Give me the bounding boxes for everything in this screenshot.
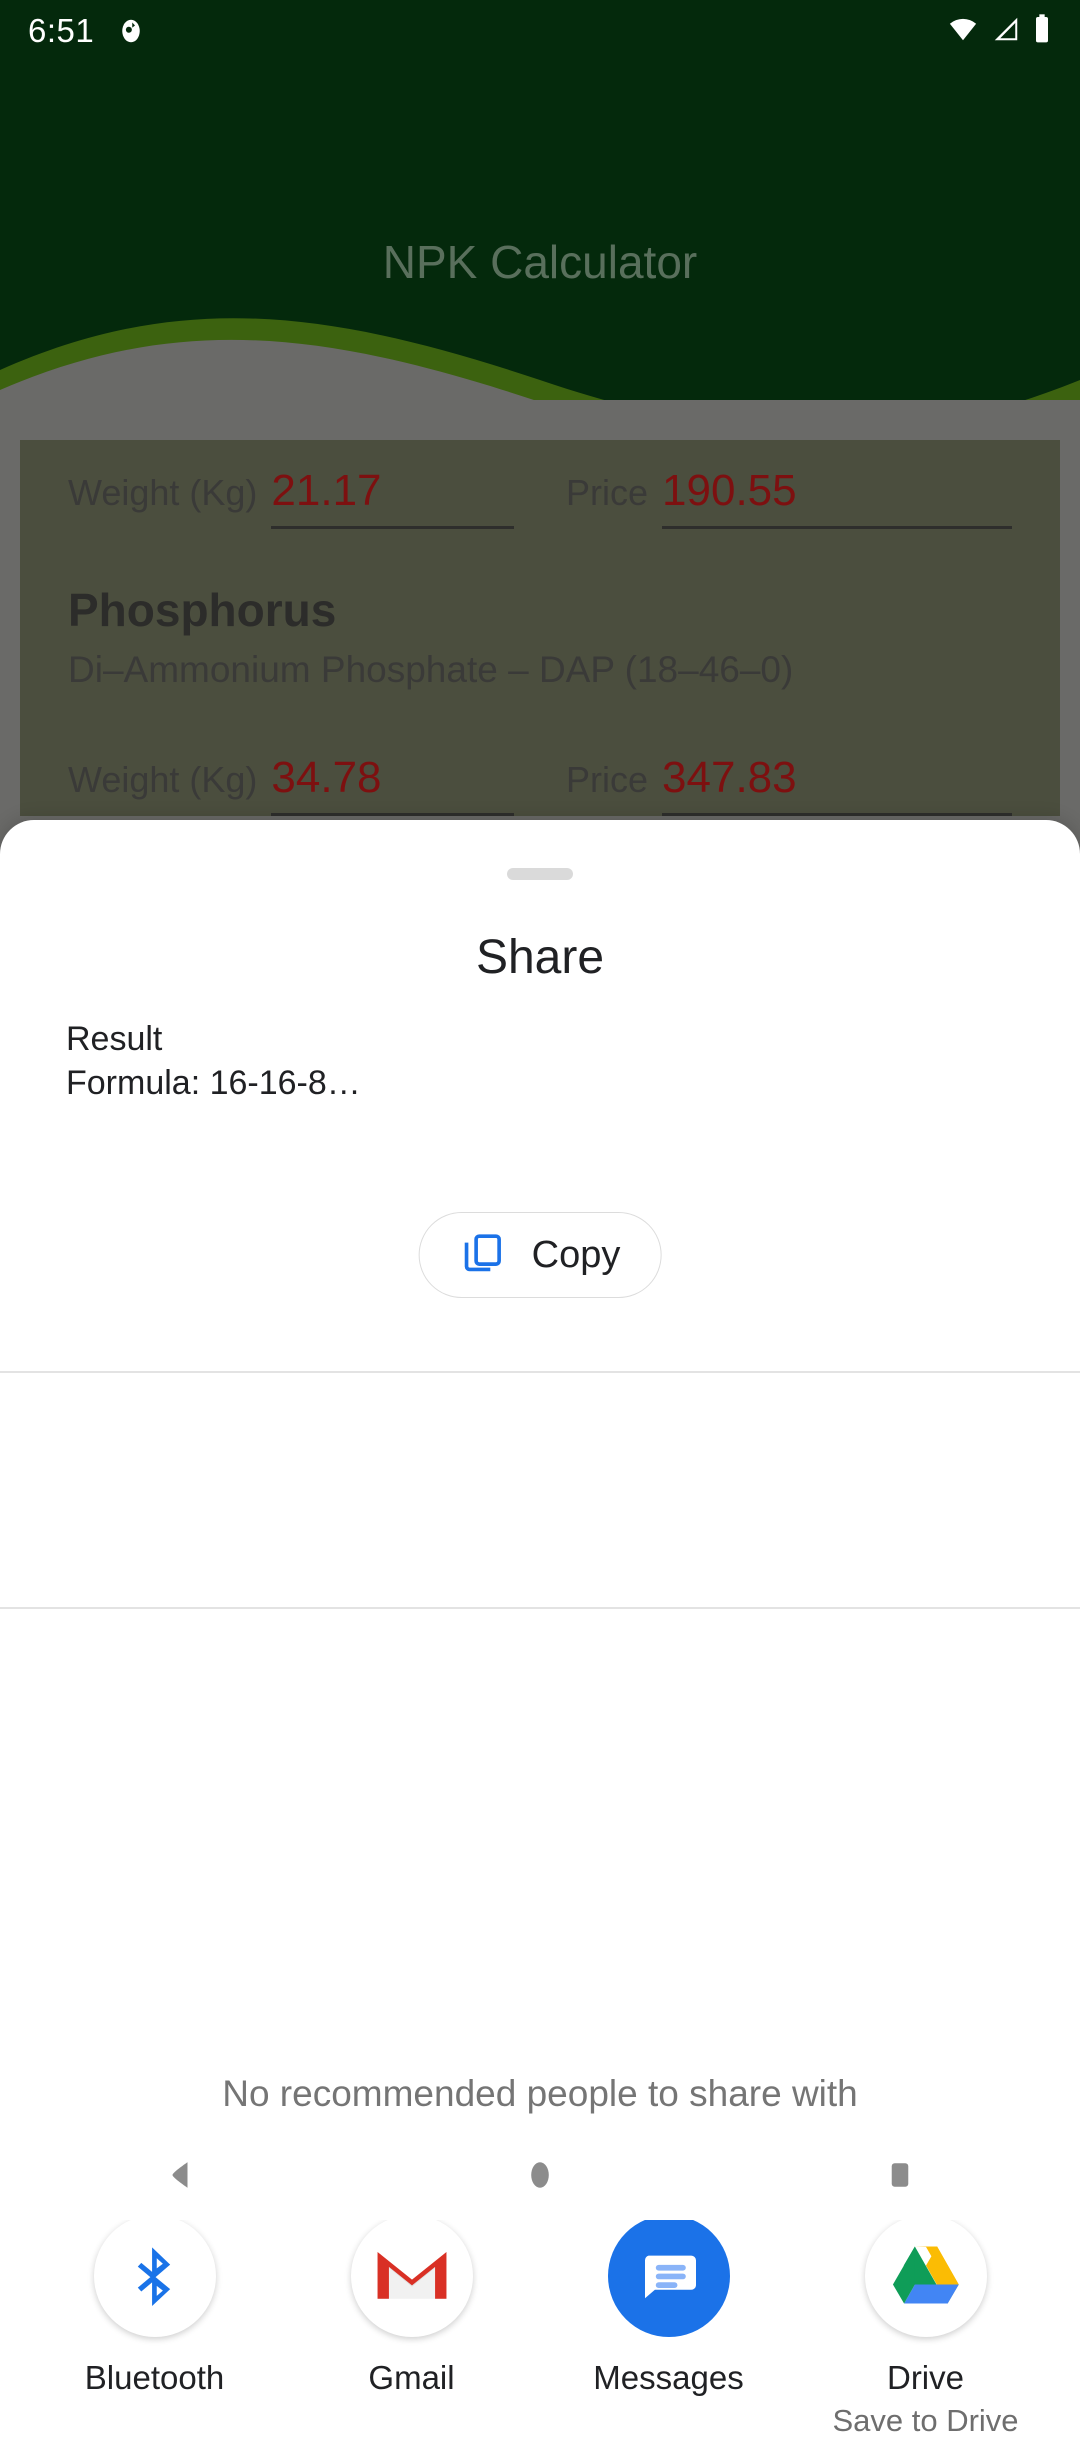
no-recommended-people-text: No recommended people to share with — [222, 2073, 858, 2114]
recents-nav-icon[interactable] — [840, 2140, 960, 2210]
wifi-icon — [946, 14, 980, 49]
share-content-preview: Result Formula: 16-16-8… — [66, 1018, 766, 1105]
weight-label-2: Weight (Kg) — [68, 759, 258, 800]
price-label-2: Price — [566, 759, 649, 800]
nutrient-heading: Phosphorus — [68, 584, 337, 636]
system-navigation-bar — [0, 2130, 1080, 2220]
price-field-1: Price 190.55 — [566, 466, 1012, 529]
share-target-messages[interactable]: Messages — [540, 2215, 797, 2403]
result-row-potassium-values: Weight (Kg) 21.17 Price 190.55 — [68, 440, 1012, 529]
sheet-divider-bottom — [0, 1607, 1080, 1609]
price-field-2: Price 347.83 — [566, 753, 1012, 816]
weight-field-2: Weight (Kg) 34.78 — [68, 753, 514, 816]
back-nav-icon[interactable] — [120, 2140, 240, 2210]
weight-value-1: 21.17 — [271, 466, 514, 529]
share-target-label: Bluetooth — [84, 2359, 225, 2396]
gmail-icon — [350, 2215, 473, 2337]
weight-label-1: Weight (Kg) — [68, 472, 258, 513]
price-value-1: 190.55 — [662, 466, 1012, 529]
preview-subtitle: Formula: 16-16-8… — [66, 1063, 361, 1102]
share-target-sublabel: Save to Drive — [832, 2403, 1019, 2438]
share-bottom-sheet: Share Result Formula: 16-16-8… Copy No r… — [0, 820, 1080, 2438]
bluetooth-icon — [93, 2215, 216, 2337]
nutrient-subtitle: Di–Ammonium Phosphate – DAP (18–46–0) — [68, 649, 794, 690]
battery-full-icon — [1032, 13, 1052, 50]
price-value-2: 347.83 — [662, 753, 1012, 816]
share-target-drive[interactable]: Drive Save to Drive — [797, 2215, 1054, 2439]
copy-icon — [460, 1230, 506, 1281]
price-label-1: Price — [566, 472, 649, 513]
weight-field-1: Weight (Kg) 21.17 — [68, 466, 514, 529]
share-target-label: Messages — [593, 2359, 744, 2396]
sheet-divider-top — [0, 1371, 1080, 1373]
sheet-drag-handle[interactable] — [507, 868, 573, 880]
share-target-label: Drive — [886, 2359, 964, 2396]
copy-button[interactable]: Copy — [418, 1212, 662, 1298]
home-nav-icon[interactable] — [480, 2140, 600, 2210]
share-targets-row: Bluetooth Gmail Messages Drive Save to D… — [0, 2215, 1080, 2439]
cellular-signal-icon — [990, 14, 1022, 49]
preview-title: Result — [66, 1020, 163, 1058]
result-card: Weight (Kg) 21.17 Price 190.55 Phosphoru… — [20, 440, 1060, 816]
share-target-bluetooth[interactable]: Bluetooth — [26, 2215, 283, 2403]
copy-button-label: Copy — [531, 1233, 621, 1276]
result-row-phosphorus-values: Weight (Kg) 34.78 Price 347.83 — [68, 691, 1012, 816]
app-notification-icon — [116, 16, 146, 46]
status-bar: 6:51 — [0, 0, 1080, 62]
share-target-gmail[interactable]: Gmail — [283, 2215, 540, 2403]
messages-icon — [607, 2215, 730, 2337]
status-bar-clock: 6:51 — [28, 12, 95, 49]
google-drive-icon — [864, 2215, 987, 2337]
share-sheet-title: Share — [475, 931, 605, 984]
weight-value-2: 34.78 — [271, 753, 514, 816]
share-target-label: Gmail — [368, 2359, 455, 2396]
